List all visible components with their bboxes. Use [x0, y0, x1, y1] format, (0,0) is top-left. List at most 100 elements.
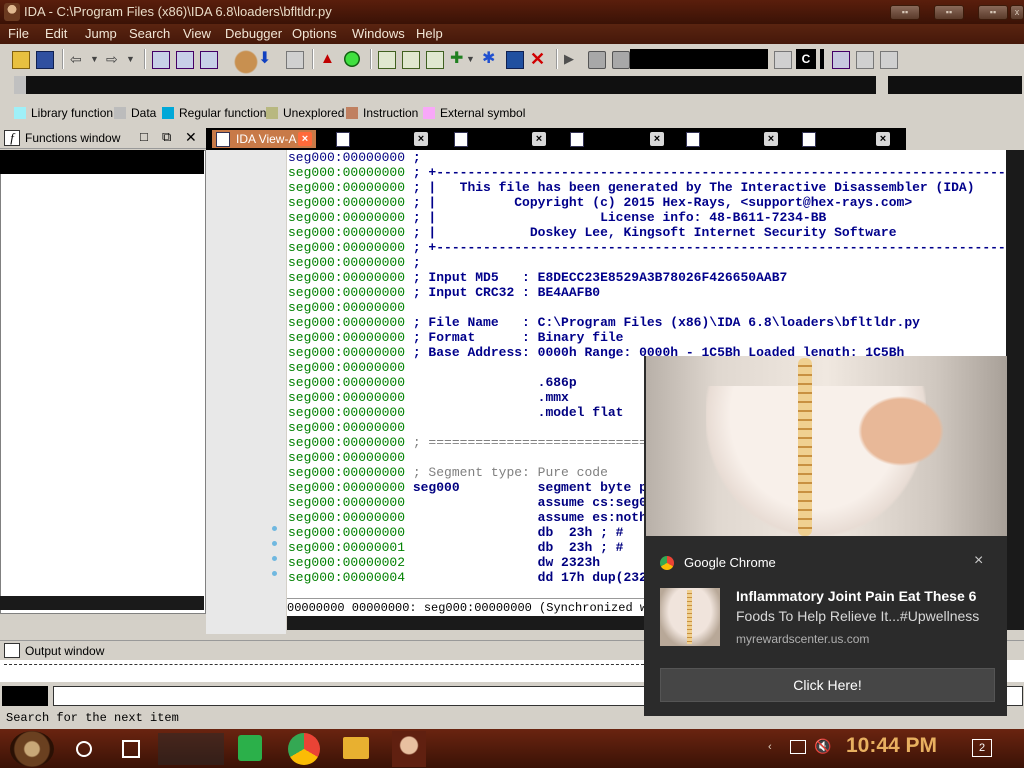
minimize-button[interactable]: ▪▪ [934, 5, 964, 20]
tab-close-icon[interactable]: × [650, 132, 664, 146]
help-caption-button[interactable]: ▪▪ [890, 5, 920, 20]
disasm-line[interactable]: seg000:00000000 assume cs:seg000 [288, 495, 662, 510]
back-dropdown-icon[interactable]: ▼ [90, 51, 106, 67]
debug-options-icon[interactable] [774, 51, 792, 69]
add-dropdown-icon[interactable]: ▼ [466, 51, 482, 67]
disasm-line[interactable]: seg000:00000000 ; | This file has been g… [288, 180, 1006, 195]
tab-hex-view[interactable]: × [336, 130, 436, 148]
nav-mode-select[interactable] [888, 76, 1022, 94]
ascii-icon[interactable] [426, 51, 444, 69]
menu-debugger[interactable]: Debugger [225, 26, 282, 41]
navigation-band[interactable] [0, 74, 1024, 96]
disasm-line[interactable]: seg000:00000000 [288, 450, 405, 465]
menu-windows[interactable]: Windows [352, 26, 405, 41]
close-panel-icon[interactable]: ✕ [185, 129, 197, 146]
download-arrow-icon[interactable]: ⬇ [258, 51, 274, 67]
warning-icon[interactable]: ▲ [320, 51, 336, 67]
strings-icon[interactable] [200, 51, 218, 69]
disasm-line[interactable]: seg000:00000000 ; +---------------------… [288, 165, 1006, 180]
file-explorer-icon[interactable] [343, 737, 369, 759]
menu-file[interactable]: File [8, 26, 29, 41]
nav-bar-strip[interactable] [14, 76, 876, 94]
c-icon[interactable]: C [796, 49, 816, 69]
toast-close-icon[interactable]: × [974, 552, 983, 570]
volume-muted-icon[interactable]: 🔇 [814, 738, 831, 755]
tab-close-icon[interactable]: × [764, 132, 778, 146]
functions-hscroll[interactable] [0, 596, 204, 610]
tab-ida-view-a[interactable]: IDA View-A × [212, 130, 316, 148]
disasm-line[interactable]: seg000:00000000 ; [288, 255, 421, 270]
close-button[interactable]: x [1010, 5, 1024, 20]
tab-exports[interactable]: × [802, 130, 902, 148]
tab-close-icon[interactable]: × [414, 132, 428, 146]
start-button[interactable] [10, 731, 54, 767]
disasm-line[interactable]: seg000:00000000 [288, 300, 405, 315]
graph-icon[interactable] [832, 51, 850, 69]
dock-window-icon[interactable]: ⧉ [162, 129, 171, 145]
menu-search[interactable]: Search [129, 26, 170, 41]
xrefs-icon[interactable] [880, 51, 898, 69]
code-icon[interactable] [378, 51, 396, 69]
disasm-line[interactable]: seg000:00000000 ; | Doskey Lee, Kingsoft… [288, 225, 1006, 240]
back-arrow-icon[interactable]: ⇦ [70, 51, 86, 67]
disasm-vscroll[interactable] [1006, 150, 1024, 630]
save-icon[interactable] [36, 51, 54, 69]
pause-icon[interactable] [588, 51, 606, 69]
tab-structures[interactable]: × [454, 130, 554, 148]
disasm-line[interactable]: seg000:00000001 db 23h ; # [288, 540, 623, 555]
ida-taskbar-icon[interactable] [392, 731, 426, 767]
disasm-line[interactable]: seg000:00000000 ; File Name : C:\Program… [288, 315, 920, 330]
tab-imports[interactable]: × [686, 130, 786, 148]
disasm-line[interactable]: seg000:00000000 [288, 360, 405, 375]
disasm-line[interactable]: seg000:00000000 [288, 420, 405, 435]
data-icon[interactable] [402, 51, 420, 69]
star-icon[interactable]: ✱ [482, 51, 498, 67]
disasm-line[interactable]: seg000:00000000 ; [288, 150, 421, 165]
float-window-icon[interactable]: □ [140, 129, 148, 144]
menu-options[interactable]: Options [292, 26, 337, 41]
disasm-line[interactable]: seg000:00000000 ; Input CRC32 : BE4AAFB0 [288, 285, 600, 300]
task-view-icon[interactable] [122, 740, 140, 758]
notes-app-icon[interactable] [238, 735, 262, 761]
names-icon[interactable] [152, 51, 170, 69]
tools-icon[interactable] [286, 51, 304, 69]
disasm-line[interactable]: seg000:00000000 ; | Copyright (c) 2015 H… [288, 195, 1006, 210]
debugger-select[interactable] [630, 49, 768, 69]
disasm-line[interactable]: seg000:00000000 ; Format : Binary file [288, 330, 623, 345]
disasm-line[interactable]: seg000:00000000 .model flat [288, 405, 623, 420]
search-icon[interactable] [76, 741, 92, 757]
green-circle-icon[interactable] [344, 51, 360, 67]
menu-help[interactable]: Help [416, 26, 443, 41]
clock[interactable]: 10:44 PM [846, 734, 937, 758]
add-icon[interactable]: ✚ [450, 51, 466, 67]
network-icon[interactable] [790, 740, 806, 754]
command-language-button[interactable] [2, 686, 48, 706]
chrome-notification-toast[interactable]: Google Chrome × Inflammatory Joint Pain … [644, 356, 1007, 716]
tab-close-icon[interactable]: × [532, 132, 546, 146]
menu-edit[interactable]: Edit [45, 26, 67, 41]
menu-jump[interactable]: Jump [85, 26, 117, 41]
click-here-button[interactable]: Click Here! [660, 668, 995, 702]
forward-arrow-icon[interactable]: ⇨ [106, 51, 122, 67]
functions-icon[interactable] [176, 51, 194, 69]
show-hidden-icons-icon[interactable]: ‹ [768, 741, 772, 753]
disasm-line[interactable]: seg000:00000000 ; +---------------------… [288, 240, 1006, 255]
play-icon[interactable]: ▶ [564, 51, 580, 67]
disasm-line[interactable]: seg000:00000000 ; Segment type: Pure cod… [288, 465, 608, 480]
delete-icon[interactable]: ✕ [530, 50, 546, 68]
tab-close-icon[interactable]: × [298, 132, 312, 146]
notification-center-icon[interactable]: 2 [972, 739, 992, 757]
menu-view[interactable]: View [183, 26, 211, 41]
forward-dropdown-icon[interactable]: ▼ [126, 51, 142, 67]
maximize-button[interactable]: ▪▪ [978, 5, 1008, 20]
disasm-line[interactable]: seg000:00000004 dd 17h dup(2323h) [288, 570, 670, 585]
disasm-line[interactable]: seg000:00000000 ; | License info: 48-B61… [288, 210, 1006, 225]
edit-function-icon[interactable] [506, 51, 524, 69]
stop-icon[interactable] [612, 51, 630, 69]
structures-icon[interactable] [856, 51, 874, 69]
tab-close-icon[interactable]: × [876, 132, 890, 146]
chrome-icon[interactable] [288, 733, 320, 765]
disasm-line[interactable]: seg000:00000000 .686p [288, 375, 577, 390]
disasm-line[interactable]: seg000:00000002 dw 2323h [288, 555, 600, 570]
open-icon[interactable] [12, 51, 30, 69]
